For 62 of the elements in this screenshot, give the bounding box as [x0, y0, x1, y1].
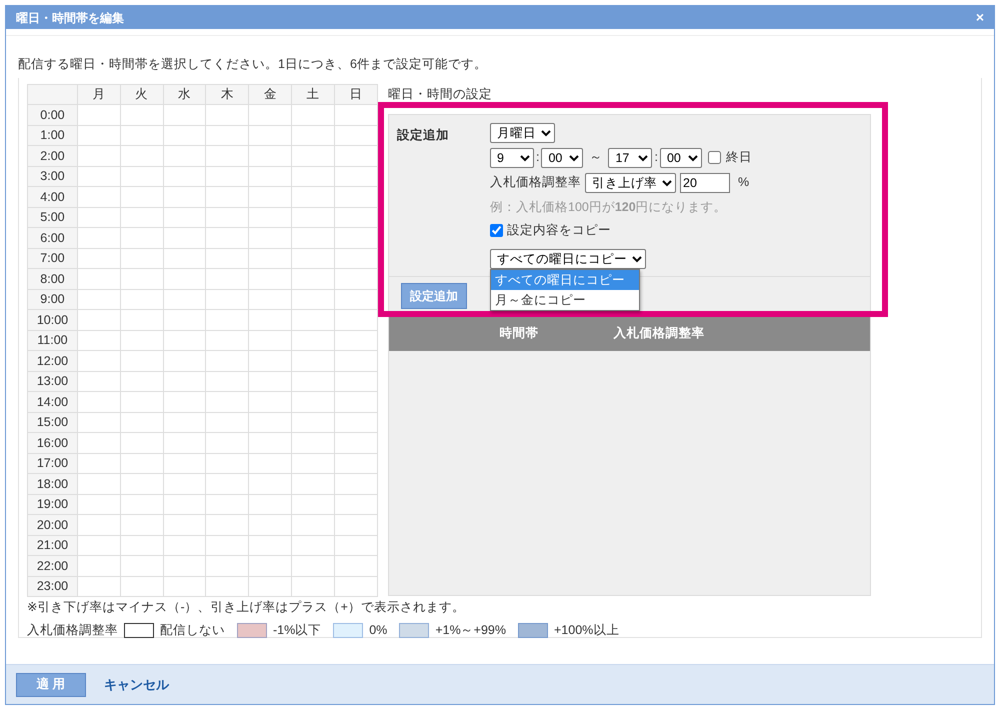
minute-select[interactable]: 00: [541, 148, 584, 168]
row-header: 12:00: [28, 350, 78, 372]
hour-select[interactable]: 17: [608, 148, 652, 168]
column-header: 木: [206, 84, 249, 105]
row-header: 19:00: [28, 494, 78, 515]
row-header: 14:00: [28, 392, 78, 412]
row-header: 8:00: [28, 268, 78, 290]
legend-text: +1%～+99%: [435, 622, 506, 639]
legend-text: 配信しない: [160, 622, 225, 639]
row-header: 2:00: [28, 146, 78, 166]
day-select[interactable]: 月曜日: [490, 122, 555, 142]
column-header: 土: [292, 84, 335, 105]
copy-target-select[interactable]: すべての曜日にコピー: [490, 249, 646, 269]
row-header: 16:00: [28, 432, 78, 454]
row-header: 1:00: [28, 125, 78, 146]
legend-label: 入札価格調整率: [27, 622, 118, 639]
row-header: 22:00: [28, 556, 78, 576]
window-title: 曜日・時間帯を編集: [16, 10, 124, 26]
dropdown-option[interactable]: 月～金にコピー: [491, 290, 639, 310]
instruction-text: 配信する曜日・時間帯を選択してください。1日につき、6件まで設定可能です。: [18, 56, 488, 73]
row-header: 17:00: [28, 453, 78, 474]
column-header: 月: [77, 84, 120, 105]
time-colon: :: [536, 149, 540, 166]
range-tilde: ～: [589, 149, 602, 166]
row-header: 13:00: [28, 371, 78, 392]
column-header: 金: [248, 84, 292, 105]
row-header: 6:00: [28, 228, 78, 248]
percent-unit: %: [738, 174, 750, 192]
row-header: 10:00: [28, 310, 78, 330]
copy-label: 設定内容をコピー: [507, 222, 611, 240]
example-text: 例：入札価格100円が120円になります。: [490, 198, 728, 216]
all-day-label: 終日: [726, 149, 752, 166]
section-heading: 曜日・時間の設定: [388, 86, 493, 103]
legend-text: 0%: [369, 622, 388, 639]
row-header: 5:00: [28, 207, 78, 228]
legend-text: +100%以上: [554, 622, 620, 639]
list-column-header: 入札価格調整率: [612, 325, 706, 342]
row-header: 0:00: [28, 104, 78, 126]
form-label: 設定追加: [397, 126, 450, 144]
cancel-link[interactable]: キャンセル: [104, 674, 169, 694]
row-header: 3:00: [28, 166, 78, 187]
column-header: 火: [120, 84, 164, 105]
row-header: 21:00: [28, 535, 78, 556]
row-header: 7:00: [28, 248, 78, 269]
minute-select[interactable]: 00: [660, 148, 702, 168]
row-header: 23:00: [28, 576, 78, 597]
list-column-header: 時間帯: [498, 325, 540, 342]
rate-type-select[interactable]: 引き上げ率: [585, 172, 676, 192]
row-header: 20:00: [28, 514, 78, 536]
hour-select[interactable]: 9: [490, 148, 534, 168]
rate-label: 入札価格調整率: [490, 174, 581, 192]
legend-text: -1%以下: [273, 622, 322, 639]
row-header: 18:00: [28, 474, 78, 494]
note-text: ※引き下げ率はマイナス（-）、引き上げ率はプラス（+）で表示されます。: [27, 599, 466, 616]
time-colon: :: [654, 149, 658, 166]
rate-input[interactable]: 20: [680, 172, 730, 192]
column-header: 日: [334, 84, 378, 105]
column-header: 水: [163, 84, 206, 105]
row-header: 9:00: [28, 289, 78, 310]
row-header: 4:00: [28, 186, 78, 208]
row-header: 15:00: [28, 412, 78, 433]
row-header: 11:00: [28, 330, 78, 351]
